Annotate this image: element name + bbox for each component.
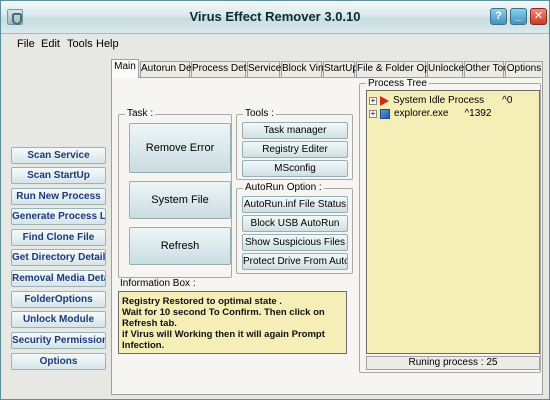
process-tree-label: Process Tree	[366, 78, 429, 89]
task-group: Task : Remove Error System File Checker …	[118, 108, 232, 278]
tab-process-detail[interactable]: Process Detail	[191, 61, 256, 77]
menu-file[interactable]: File	[17, 38, 35, 50]
task-group-label: Task :	[125, 108, 156, 119]
tab-file-folder-option[interactable]: File & Folder Option	[356, 61, 446, 77]
nav-scan-service[interactable]: Scan Service	[11, 147, 106, 164]
menu-edit[interactable]: Edit	[41, 38, 60, 50]
block-usb-autorun-button[interactable]: Block USB AutoRun	[242, 215, 348, 232]
registry-editor-button[interactable]: Registry Editer	[242, 141, 348, 158]
nav-generate-process-list[interactable]: Generate Process List	[11, 208, 106, 225]
nav-unlock-module[interactable]: Unlock Module	[11, 311, 106, 328]
process-pid: ^0	[502, 95, 513, 106]
task-manager-button[interactable]: Task manager	[242, 122, 348, 139]
process-tree[interactable]: + System Idle Process ^0 + explorer.exe ^139…	[366, 90, 540, 354]
application-icon	[380, 108, 390, 119]
menu-bar: File Edit Tools Help	[1, 35, 549, 53]
refresh-button[interactable]: Refresh	[129, 227, 231, 265]
tools-group: Tools : Task manager Registry Editer MSc…	[236, 108, 353, 180]
tree-item-explorer[interactable]: + explorer.exe ^1392	[369, 108, 491, 120]
tab-service[interactable]: Service	[247, 61, 281, 77]
tree-item-system-idle[interactable]: + System Idle Process ^0	[369, 95, 512, 107]
expand-icon[interactable]: +	[369, 96, 377, 105]
show-suspicious-files-button[interactable]: Show Suspicious Files	[242, 234, 348, 251]
tab-unlocker[interactable]: Unlocker	[427, 61, 467, 77]
tab-startup[interactable]: StartUp	[323, 61, 358, 77]
info-line: if Virus will Working then it will again…	[122, 329, 325, 351]
tab-block-virus[interactable]: Block Virus	[281, 61, 332, 77]
nav-options[interactable]: Options	[11, 353, 106, 370]
tab-autorun-detail[interactable]: Autorun Detail	[140, 61, 204, 77]
msconfig-button[interactable]: MSconfig	[242, 160, 348, 177]
remove-error-button[interactable]: Remove Error	[129, 123, 231, 173]
nav-removal-media-detail[interactable]: Removal Media Detail	[11, 270, 106, 287]
nav-find-clone-file[interactable]: Find Clone File	[11, 229, 106, 246]
process-icon	[380, 95, 389, 106]
minimize-button[interactable]: _	[510, 8, 527, 25]
autorun-group: AutoRun Option : AutoRun.inf File Status…	[236, 182, 353, 274]
system-file-checker-button[interactable]: System File Checker	[129, 181, 231, 242]
autorun-inf-status-button[interactable]: AutoRun.inf File Status	[242, 196, 348, 213]
nav-folder-options[interactable]: FolderOptions	[11, 291, 106, 308]
menu-tools[interactable]: Tools	[67, 38, 93, 50]
tools-group-label: Tools :	[243, 108, 276, 119]
process-tree-group: Process Tree + System Idle Process ^0 + exp…	[359, 78, 541, 373]
info-line: Wait for 10 second To Confirm. Then clic…	[122, 307, 325, 329]
information-box: Registry Restored to optimal state . Wai…	[118, 291, 347, 354]
app-window: Virus Effect Remover 3.0.10 ? _ ✕ File E…	[0, 0, 550, 400]
main-tab-panel: Task : Remove Error System File Checker …	[111, 77, 543, 395]
expand-icon[interactable]: +	[369, 109, 377, 118]
process-name: System Idle Process	[393, 95, 485, 106]
close-button[interactable]: ✕	[530, 8, 547, 25]
nav-security-permission[interactable]: Security Permission	[11, 332, 106, 349]
nav-scan-startup[interactable]: Scan StartUp	[11, 167, 106, 184]
menu-help[interactable]: Help	[96, 38, 119, 50]
tab-main[interactable]: Main	[111, 59, 139, 78]
info-box-label: Information Box :	[120, 278, 196, 289]
protect-drive-button[interactable]: Protect Drive From Autorun	[242, 253, 348, 270]
autorun-group-label: AutoRun Option :	[243, 182, 324, 193]
tab-other-tool[interactable]: Other Tool	[464, 61, 511, 77]
title-bar[interactable]: Virus Effect Remover 3.0.10 ? _ ✕	[1, 1, 549, 34]
process-name: explorer.exe	[394, 108, 449, 119]
nav-get-directory-detail[interactable]: Get Directory Detail	[11, 249, 106, 266]
tab-options[interactable]: Options	[505, 61, 543, 77]
window-title: Virus Effect Remover 3.0.10	[189, 9, 361, 24]
nav-run-new-process[interactable]: Run New Process	[11, 188, 106, 205]
running-process-count: Runing process : 25	[366, 356, 540, 370]
help-button[interactable]: ?	[490, 8, 507, 25]
process-pid: ^1392	[464, 108, 492, 119]
info-line: Registry Restored to optimal state .	[122, 296, 282, 307]
